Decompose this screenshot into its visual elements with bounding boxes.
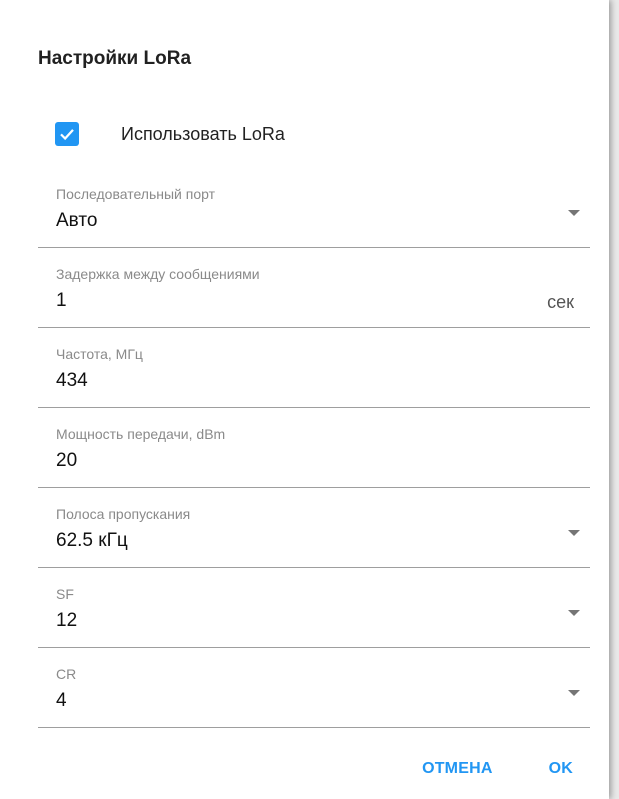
bandwidth-label: Полоса пропускания	[56, 506, 191, 522]
delay-unit-suffix: сек	[547, 292, 574, 312]
sf-value[interactable]: 12	[56, 610, 77, 632]
frequency-field[interactable]: Частота, МГц 434	[38, 328, 590, 408]
use-lora-checkbox[interactable]	[55, 122, 79, 146]
serial-port-select[interactable]: Последовательный порт Авто	[38, 168, 590, 248]
dropdown-arrow-icon[interactable]	[568, 610, 580, 616]
serial-port-value[interactable]: Авто	[56, 210, 97, 232]
sf-select[interactable]: SF 12	[38, 568, 590, 648]
dropdown-arrow-icon[interactable]	[568, 690, 580, 696]
power-input[interactable]: 20	[56, 450, 77, 472]
power-label: Мощность передачи, dBm	[56, 426, 226, 442]
bandwidth-select[interactable]: Полоса пропускания 62.5 кГц	[38, 488, 590, 568]
serial-port-label: Последовательный порт	[56, 186, 216, 202]
frequency-input[interactable]: 434	[56, 370, 88, 392]
delay-input[interactable]: 1	[56, 290, 67, 312]
dropdown-arrow-icon[interactable]	[568, 530, 580, 536]
delay-field[interactable]: Задержка между сообщениями 1 сек	[38, 248, 590, 328]
sf-label: SF	[56, 586, 74, 602]
dropdown-arrow-icon[interactable]	[568, 210, 580, 216]
cr-select[interactable]: CR 4	[38, 648, 590, 728]
cr-value[interactable]: 4	[56, 690, 67, 712]
dialog-title: Настройки LoRa	[38, 48, 192, 69]
ok-button[interactable]: OK	[549, 760, 573, 778]
use-lora-row[interactable]: Использовать LoRa	[55, 120, 285, 148]
use-lora-label[interactable]: Использовать LoRa	[121, 124, 285, 145]
cancel-button[interactable]: ОТМЕНА	[422, 760, 493, 778]
power-field[interactable]: Мощность передачи, dBm 20	[38, 408, 590, 488]
lora-settings-dialog: Настройки LoRa Использовать LoRa Последо…	[0, 0, 609, 799]
bandwidth-value[interactable]: 62.5 кГц	[56, 530, 128, 552]
delay-label: Задержка между сообщениями	[56, 266, 260, 282]
frequency-label: Частота, МГц	[56, 346, 143, 362]
checkmark-icon	[60, 129, 74, 141]
cr-label: CR	[56, 666, 77, 682]
dialog-actions: ОТМЕНА OK	[422, 760, 573, 778]
